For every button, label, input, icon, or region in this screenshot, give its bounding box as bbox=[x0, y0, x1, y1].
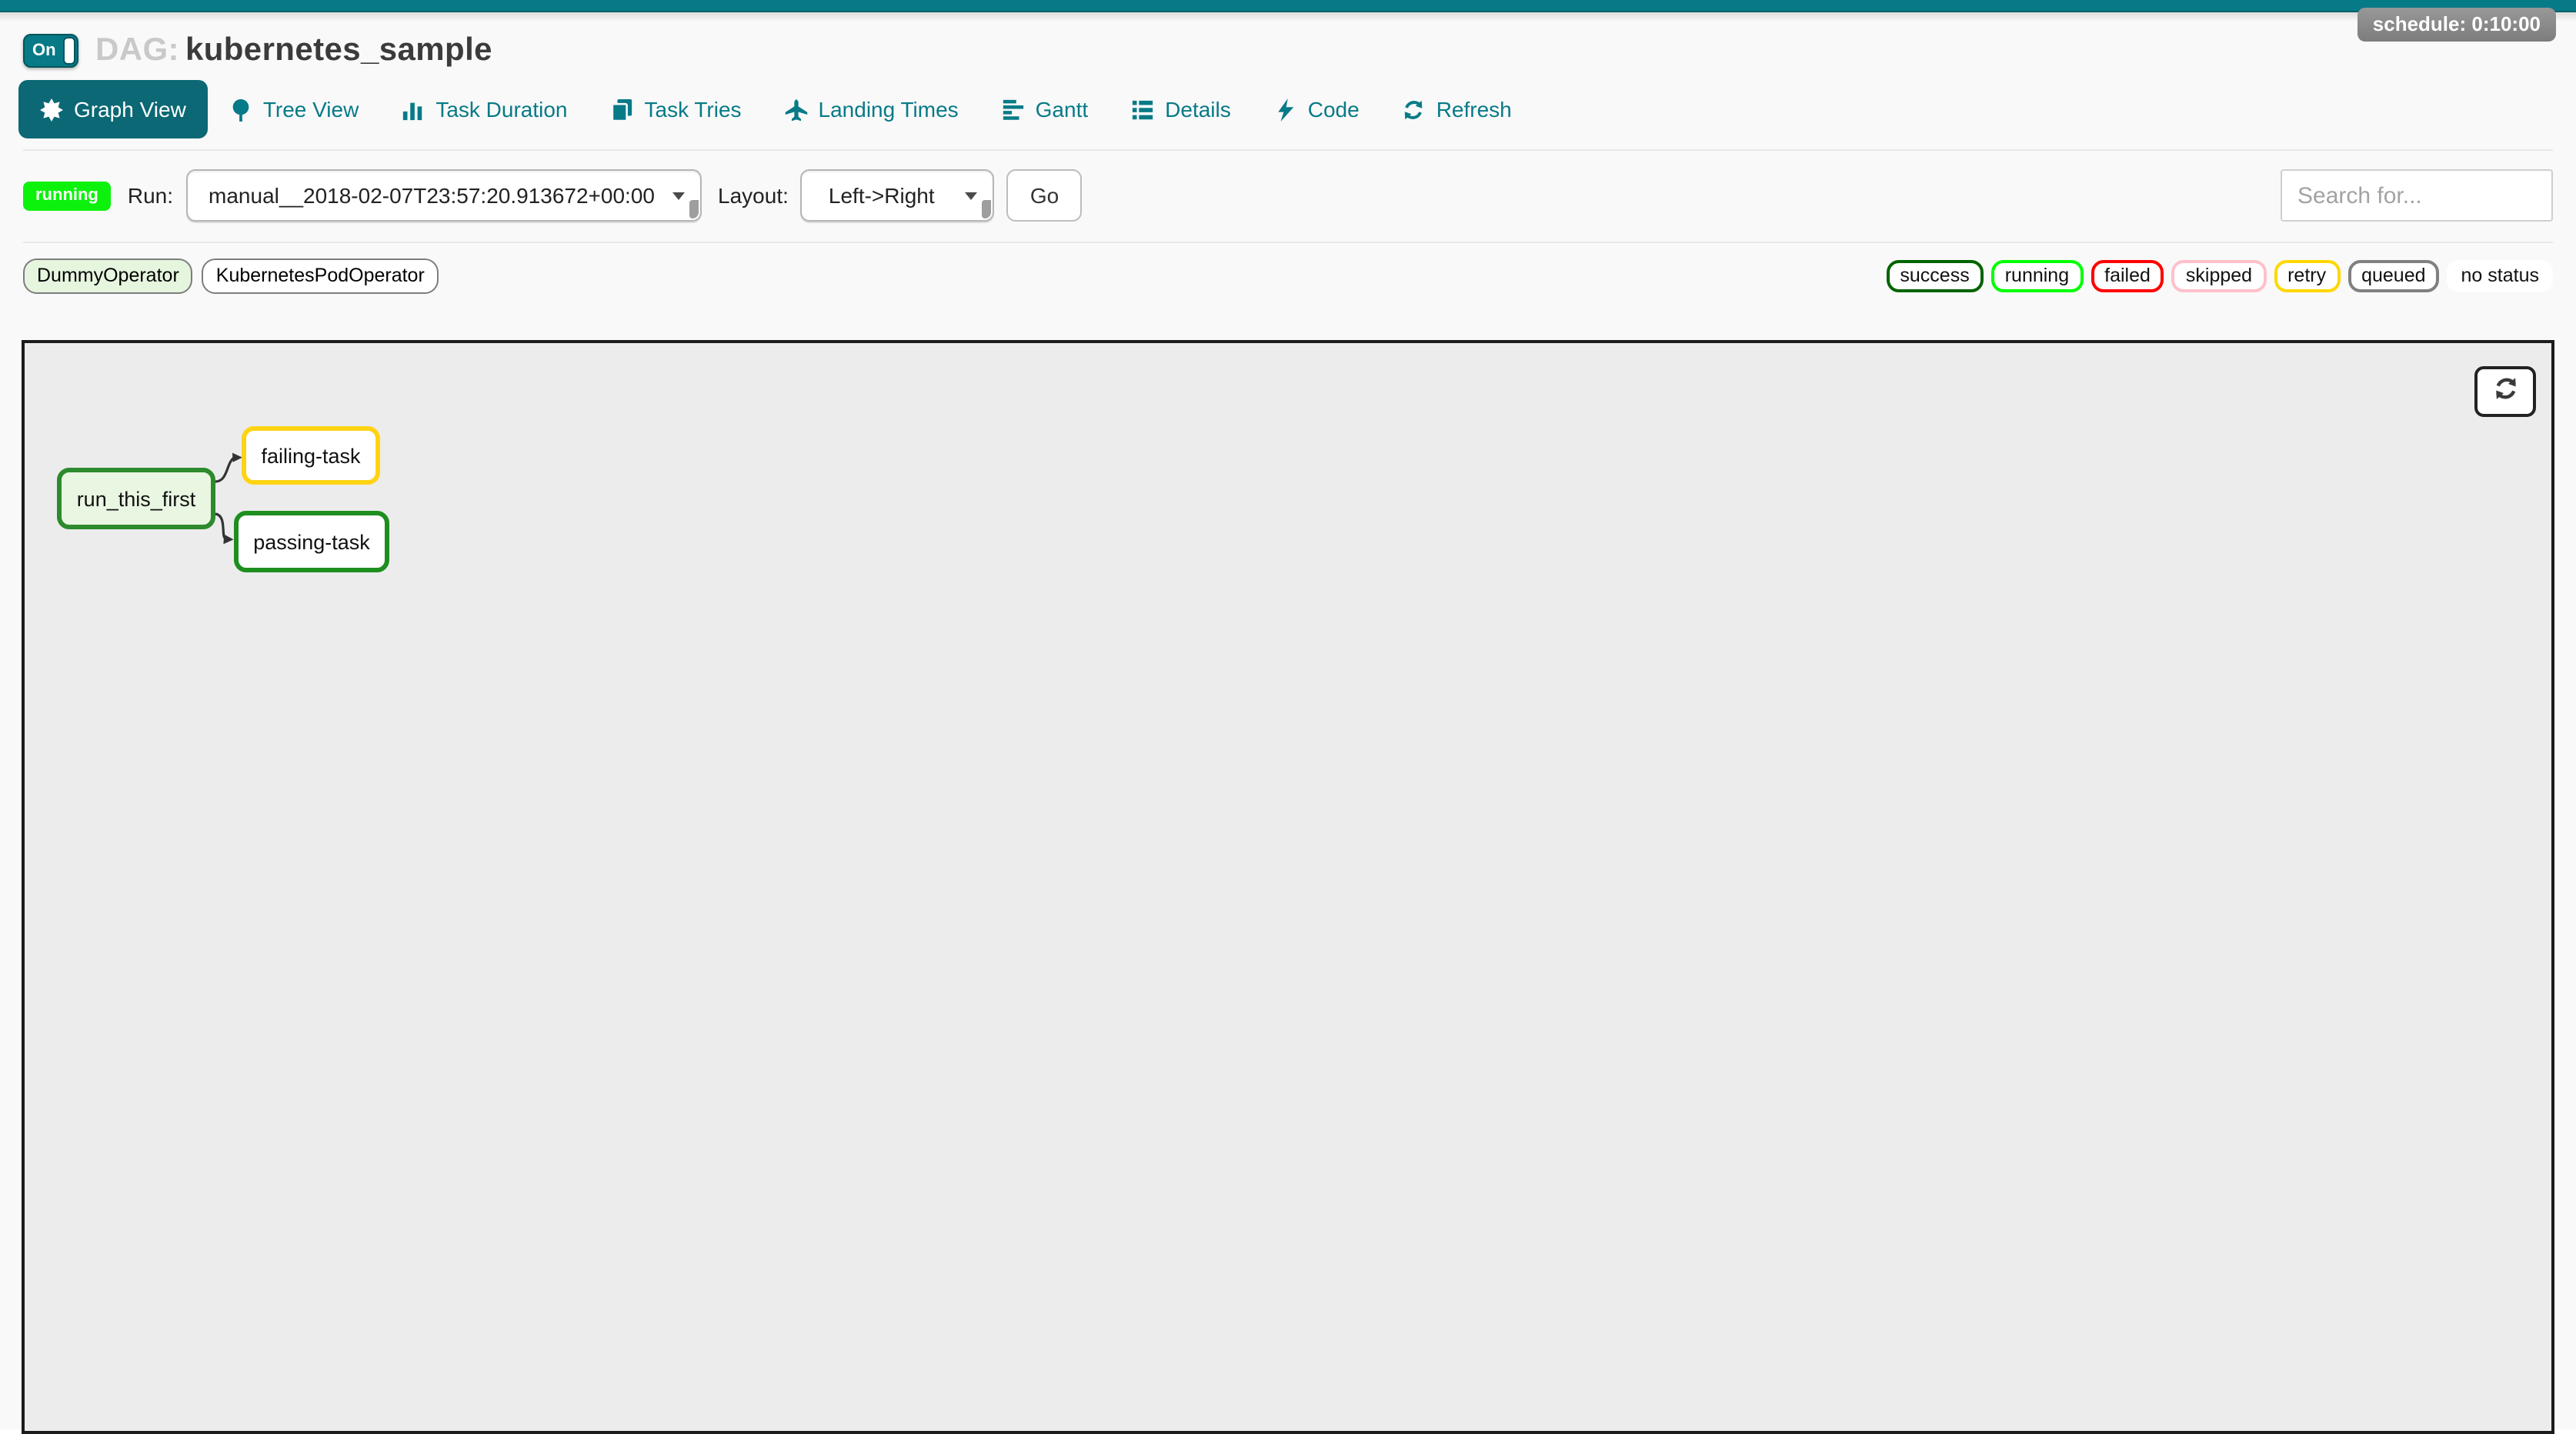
tab-graph-view[interactable]: Graph View bbox=[18, 80, 208, 138]
select-scrollbar bbox=[689, 200, 698, 218]
tab-label: Task Tries bbox=[645, 97, 742, 122]
run-select-value: manual__2018-02-07T23:57:20.913672+00:00 bbox=[209, 183, 655, 208]
dag-header: On DAG:kubernetes_sample bbox=[0, 22, 2576, 72]
tab-label: Gantt bbox=[1036, 97, 1089, 122]
layout-select-value: Left->Right bbox=[829, 183, 935, 208]
status-legend: success running failed skipped retry que… bbox=[1886, 260, 2553, 292]
tab-label: Tree View bbox=[263, 97, 359, 122]
chevron-down-icon bbox=[966, 192, 978, 200]
align-left-icon bbox=[1002, 98, 1025, 121]
dag-name: kubernetes_sample bbox=[185, 32, 492, 68]
edge-run-to-passing bbox=[215, 514, 225, 538]
tab-label: Task Duration bbox=[435, 97, 567, 122]
tab-refresh[interactable]: Refresh bbox=[1381, 80, 1533, 138]
legend-row: DummyOperator KubernetesPodOperator succ… bbox=[23, 258, 2553, 294]
legend-status-running: running bbox=[1991, 260, 2083, 292]
layout-select[interactable]: Left->Right bbox=[801, 169, 995, 222]
edge-run-to-failing bbox=[215, 458, 234, 482]
task-node-run-this-first[interactable]: run_this_first bbox=[57, 468, 215, 529]
dag-graph-canvas: run_this_first failing-task passing-task bbox=[22, 340, 2554, 1434]
run-select[interactable]: manual__2018-02-07T23:57:20.913672+00:00 bbox=[185, 169, 701, 222]
tab-label: Refresh bbox=[1436, 97, 1512, 122]
top-navbar-strip bbox=[0, 0, 2576, 12]
chevron-down-icon bbox=[672, 192, 684, 200]
dag-edges bbox=[25, 343, 2551, 1431]
tab-task-duration[interactable]: Task Duration bbox=[380, 80, 589, 138]
tab-code[interactable]: Code bbox=[1253, 80, 1381, 138]
graph-refresh-button[interactable] bbox=[2474, 366, 2536, 417]
divider bbox=[23, 149, 2553, 151]
dag-title-prefix: DAG: bbox=[95, 32, 179, 68]
refresh-icon bbox=[2492, 375, 2518, 409]
airflow-graph-view-page: schedule: 0:10:00 On DAG:kubernetes_samp… bbox=[0, 0, 2576, 1429]
schedule-badge: schedule: 0:10:00 bbox=[2357, 8, 2556, 42]
copy-icon bbox=[611, 98, 634, 121]
tab-details[interactable]: Details bbox=[1109, 80, 1253, 138]
legend-status-success: success bbox=[1886, 260, 1983, 292]
run-label: Run: bbox=[128, 183, 173, 208]
tab-task-tries[interactable]: Task Tries bbox=[589, 80, 763, 138]
run-controls: running Run: manual__2018-02-07T23:57:20… bbox=[23, 169, 2553, 222]
bolt-icon bbox=[1274, 98, 1297, 121]
legend-status-retry: retry bbox=[2274, 260, 2340, 292]
go-button[interactable]: Go bbox=[1007, 169, 1082, 222]
legend-status-nostatus: no status bbox=[2448, 260, 2553, 292]
page-title: DAG:kubernetes_sample bbox=[95, 32, 492, 69]
tree-icon bbox=[229, 98, 252, 121]
legend-status-failed: failed bbox=[2090, 260, 2164, 292]
tab-tree-view[interactable]: Tree View bbox=[208, 80, 381, 138]
legend-operator-dummy: DummyOperator bbox=[23, 258, 193, 294]
tab-label: Details bbox=[1165, 97, 1231, 122]
legend-operator-kubernetespod: KubernetesPodOperator bbox=[202, 258, 439, 294]
view-tabs: Graph View Tree View Task Duration Task … bbox=[0, 72, 2576, 149]
bar-chart-icon bbox=[402, 98, 425, 121]
toggle-handle[interactable] bbox=[63, 37, 75, 65]
legend-status-queued: queued bbox=[2347, 260, 2439, 292]
divider bbox=[23, 242, 2553, 243]
legend-status-skipped: skipped bbox=[2172, 260, 2266, 292]
search-input[interactable] bbox=[2281, 169, 2553, 222]
select-scrollbar bbox=[983, 200, 992, 218]
dag-on-off-toggle[interactable]: On bbox=[23, 34, 78, 68]
task-node-failing-task[interactable]: failing-task bbox=[242, 426, 380, 485]
starburst-icon bbox=[40, 98, 63, 121]
tab-label: Code bbox=[1308, 97, 1360, 122]
tab-gantt[interactable]: Gantt bbox=[980, 80, 1110, 138]
refresh-icon bbox=[1403, 98, 1426, 121]
task-node-passing-task[interactable]: passing-task bbox=[234, 511, 389, 572]
layout-label: Layout: bbox=[718, 183, 789, 208]
arrowhead bbox=[223, 535, 233, 545]
list-icon bbox=[1131, 98, 1154, 121]
tab-landing-times[interactable]: Landing Times bbox=[763, 80, 980, 138]
dag-run-status-badge: running bbox=[23, 181, 111, 210]
plane-icon bbox=[785, 98, 808, 121]
tab-label: Landing Times bbox=[819, 97, 959, 122]
navbar-shadow bbox=[0, 12, 2576, 22]
tab-label: Graph View bbox=[74, 97, 186, 122]
